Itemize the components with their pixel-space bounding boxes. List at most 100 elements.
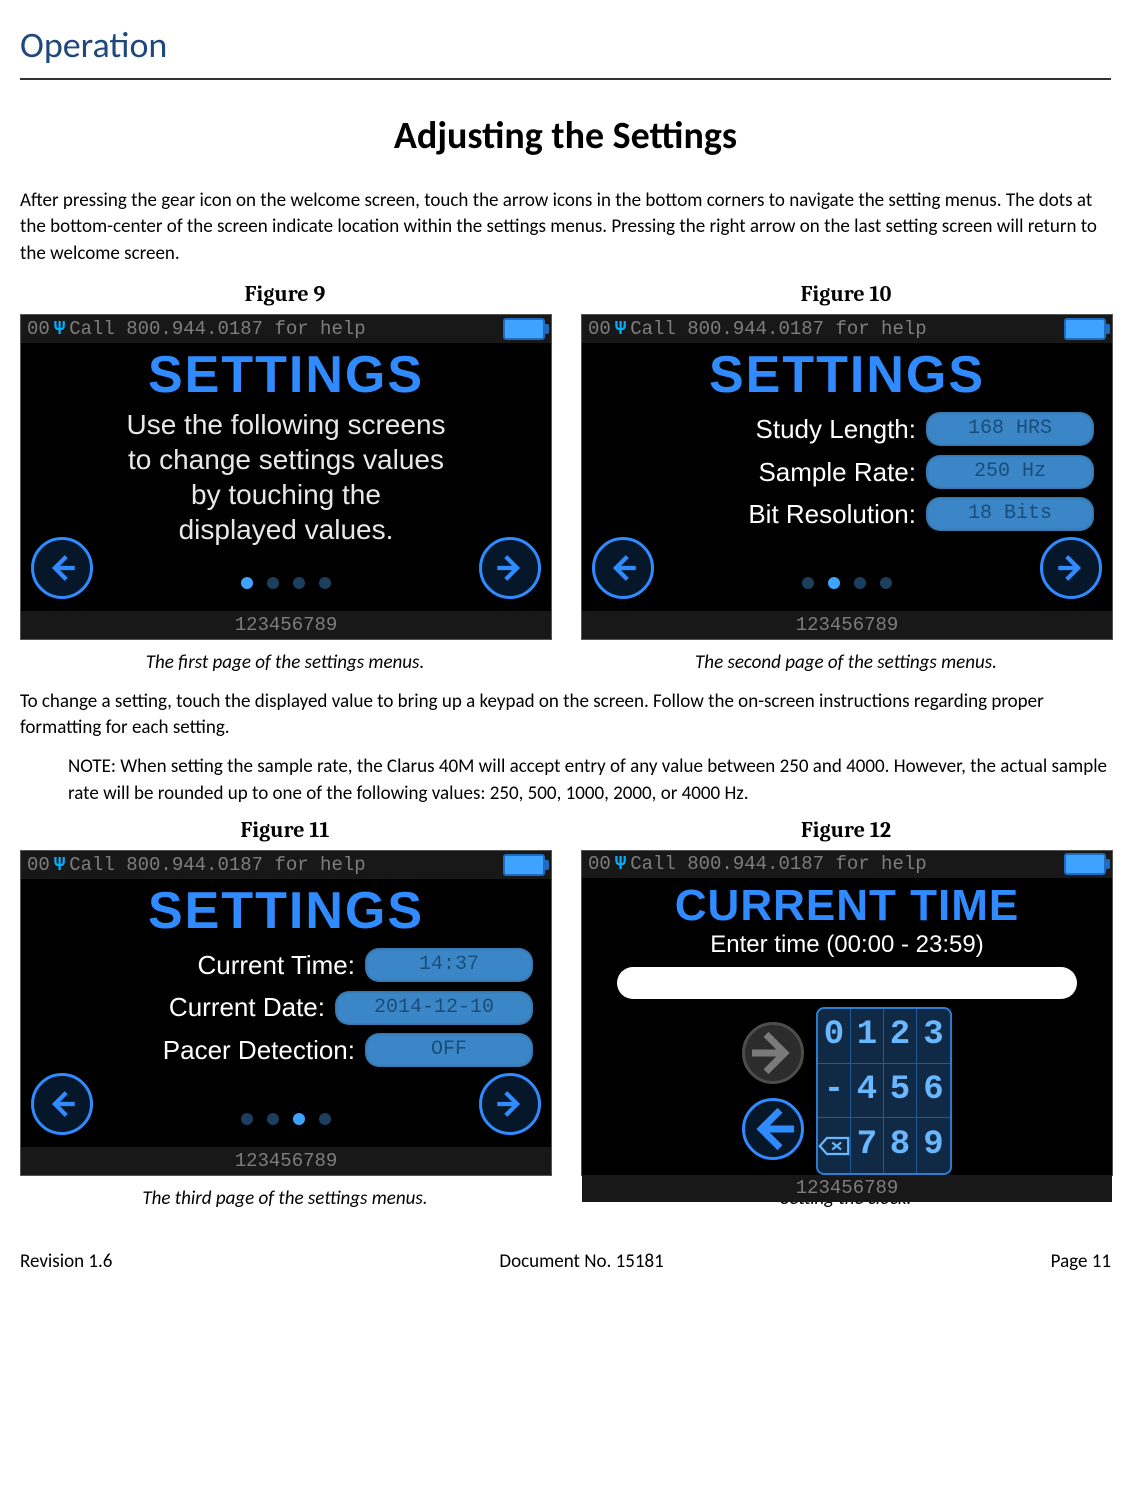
key-5[interactable]: 5 bbox=[884, 1064, 917, 1119]
setting-row-pacer-detection: Pacer Detection: OFF bbox=[39, 1032, 533, 1068]
screen-heading: SETTINGS bbox=[148, 885, 424, 937]
back-button[interactable] bbox=[742, 1098, 804, 1160]
page-dots bbox=[802, 577, 892, 589]
instruction-line: displayed values. bbox=[126, 512, 445, 547]
figure-10: Figure 10 00 Ψ Call 800.944.0187 for hel… bbox=[581, 279, 1111, 676]
key-dash[interactable]: - bbox=[818, 1064, 851, 1119]
study-length-value[interactable]: 168 HRS bbox=[926, 412, 1094, 446]
device-screen: 00 Ψ Call 800.944.0187 for help SETTINGS… bbox=[20, 314, 552, 640]
bottom-bar: 123456789 bbox=[21, 1147, 551, 1175]
battery-icon bbox=[503, 854, 545, 876]
status-prefix: 00 bbox=[27, 852, 50, 879]
dot bbox=[880, 577, 892, 589]
setting-row-sample-rate: Sample Rate: 250 Hz bbox=[600, 454, 1094, 490]
key-6[interactable]: 6 bbox=[917, 1064, 950, 1119]
status-bar: 00 Ψ Call 800.944.0187 for help bbox=[582, 315, 1112, 343]
status-text: Call 800.944.0187 for help bbox=[69, 316, 365, 343]
status-text: Call 800.944.0187 for help bbox=[630, 851, 926, 878]
dot bbox=[802, 577, 814, 589]
dot bbox=[267, 1113, 279, 1125]
page-title: Adjusting the Settings bbox=[20, 110, 1111, 163]
mid-paragraph: To change a setting, touch the displayed… bbox=[20, 689, 1111, 742]
nav-right-button[interactable] bbox=[479, 537, 541, 599]
confirm-button[interactable] bbox=[742, 1022, 804, 1084]
screen-heading: SETTINGS bbox=[148, 349, 424, 401]
nav-left-button[interactable] bbox=[31, 1073, 93, 1135]
status-prefix: 00 bbox=[588, 316, 611, 343]
dot bbox=[293, 577, 305, 589]
numeric-keypad: 0 1 2 3 - 4 5 6 7 8 bbox=[816, 1007, 952, 1175]
setting-label: Study Length: bbox=[756, 411, 916, 447]
setting-label: Pacer Detection: bbox=[163, 1032, 355, 1068]
arrow-right-icon bbox=[493, 551, 527, 585]
setting-row-current-time: Current Time: 14:37 bbox=[39, 947, 533, 983]
key-3[interactable]: 3 bbox=[917, 1009, 950, 1064]
setting-row-study-length: Study Length: 168 HRS bbox=[600, 411, 1094, 447]
status-bar: 00 Ψ Call 800.944.0187 for help bbox=[21, 851, 551, 879]
section-heading: Operation bbox=[20, 20, 1111, 70]
section-rule bbox=[20, 78, 1111, 80]
current-date-value[interactable]: 2014-12-10 bbox=[335, 991, 533, 1025]
key-7[interactable]: 7 bbox=[851, 1118, 884, 1173]
footer-revision: Revision 1.6 bbox=[20, 1249, 112, 1276]
dot bbox=[241, 1113, 253, 1125]
page-dots bbox=[241, 1113, 331, 1125]
key-8[interactable]: 8 bbox=[884, 1118, 917, 1173]
backspace-icon bbox=[818, 1135, 850, 1157]
pacer-detection-value[interactable]: OFF bbox=[365, 1033, 533, 1067]
setting-label: Sample Rate: bbox=[758, 454, 916, 490]
page-footer: Revision 1.6 Document No. 15181 Page 11 bbox=[20, 1249, 1111, 1276]
figure-label: Figure 12 bbox=[581, 815, 1111, 846]
bit-resolution-value[interactable]: 18 Bits bbox=[926, 497, 1094, 531]
key-2[interactable]: 2 bbox=[884, 1009, 917, 1064]
screen-heading: CURRENT TIME bbox=[675, 884, 1019, 928]
page-dots bbox=[241, 577, 331, 589]
arrow-left-icon bbox=[45, 1087, 79, 1121]
key-1[interactable]: 1 bbox=[851, 1009, 884, 1064]
time-input-field[interactable] bbox=[617, 967, 1077, 999]
signal-icon: Ψ bbox=[54, 316, 65, 343]
battery-icon bbox=[503, 318, 545, 340]
arrow-right-icon bbox=[493, 1087, 527, 1121]
key-0[interactable]: 0 bbox=[818, 1009, 851, 1064]
nav-left-button[interactable] bbox=[592, 537, 654, 599]
figure-row-2: Figure 11 00 Ψ Call 800.944.0187 for hel… bbox=[20, 815, 1111, 1212]
dot-active bbox=[293, 1113, 305, 1125]
nav-left-button[interactable] bbox=[31, 537, 93, 599]
arrow-right-icon bbox=[1054, 551, 1088, 585]
key-backspace[interactable] bbox=[818, 1118, 851, 1173]
instructions-text: Use the following screens to change sett… bbox=[126, 407, 445, 547]
figure-label: Figure 11 bbox=[20, 815, 550, 846]
sample-rate-value[interactable]: 250 Hz bbox=[926, 455, 1094, 489]
nav-right-button[interactable] bbox=[1040, 537, 1102, 599]
setting-label: Current Date: bbox=[169, 989, 325, 1025]
status-prefix: 00 bbox=[27, 316, 50, 343]
footer-page-number: Page 11 bbox=[1051, 1249, 1111, 1276]
figure-11: Figure 11 00 Ψ Call 800.944.0187 for hel… bbox=[20, 815, 550, 1212]
dot bbox=[319, 1113, 331, 1125]
dot bbox=[854, 577, 866, 589]
status-text: Call 800.944.0187 for help bbox=[630, 316, 926, 343]
key-9[interactable]: 9 bbox=[917, 1118, 950, 1173]
setting-label: Bit Resolution: bbox=[748, 496, 916, 532]
time-entry-hint: Enter time (00:00 - 23:59) bbox=[710, 928, 983, 962]
arrow-left-icon bbox=[606, 551, 640, 585]
figure-label: Figure 10 bbox=[581, 279, 1111, 310]
battery-icon bbox=[1064, 853, 1106, 875]
setting-label: Current Time: bbox=[198, 947, 356, 983]
signal-icon: Ψ bbox=[615, 316, 626, 343]
setting-row-bit-resolution: Bit Resolution: 18 Bits bbox=[600, 496, 1094, 532]
current-time-value[interactable]: 14:37 bbox=[365, 948, 533, 982]
key-4[interactable]: 4 bbox=[851, 1064, 884, 1119]
nav-right-button[interactable] bbox=[479, 1073, 541, 1135]
arrow-right-icon bbox=[745, 1025, 801, 1081]
instruction-line: Use the following screens bbox=[126, 407, 445, 442]
device-screen: 00 Ψ Call 800.944.0187 for help CURRENT … bbox=[581, 850, 1113, 1176]
dot-active bbox=[828, 577, 840, 589]
setting-row-current-date: Current Date: 2014-12-10 bbox=[39, 989, 533, 1025]
device-screen: 00 Ψ Call 800.944.0187 for help SETTINGS… bbox=[581, 314, 1113, 640]
status-text: Call 800.944.0187 for help bbox=[69, 852, 365, 879]
arrow-left-icon bbox=[45, 551, 79, 585]
screen-heading: SETTINGS bbox=[709, 349, 985, 401]
dot bbox=[319, 577, 331, 589]
